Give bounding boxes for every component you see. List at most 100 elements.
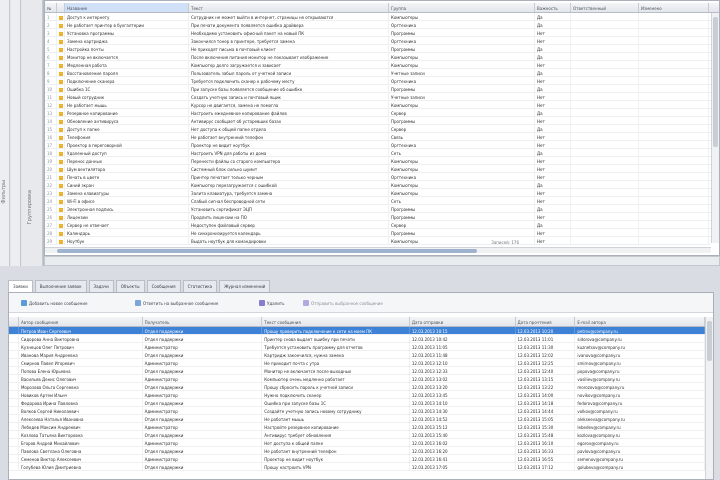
message-row[interactable]: Смирнов Павел Игоревич Администратор Не пр… bbox=[9, 359, 705, 367]
table-row[interactable]: 16 Телефония Не работает внутренний телефо… bbox=[45, 133, 711, 141]
message-row[interactable]: Волков Сергей Николаевич Администратор Соз… bbox=[9, 407, 705, 415]
message-row[interactable]: Голубева Юлия Дмитриевна Отдел поддержки П… bbox=[9, 463, 705, 471]
dock-label-grouping[interactable]: Группировка bbox=[27, 190, 33, 224]
dock-strip[interactable] bbox=[0, 0, 10, 266]
column-header[interactable]: № bbox=[45, 3, 57, 12]
column-header[interactable]: Автор сообщения bbox=[19, 317, 143, 326]
table-row[interactable]: 19 Перенос данных Перенести файлы со старо… bbox=[45, 157, 711, 165]
table-row[interactable]: 7 Медленная работа Компьютер долго загружа… bbox=[45, 61, 711, 69]
requests-grid[interactable]: № Название Текст Группа Важность Ответст… bbox=[44, 0, 720, 256]
table-cell: Восстановление пароля bbox=[65, 69, 189, 76]
tab-changelog[interactable]: Журнал изменений bbox=[219, 280, 271, 292]
table-cell: 12.03.2013 12:40 bbox=[516, 367, 576, 374]
column-header[interactable]: Текст сообщения bbox=[262, 317, 410, 326]
message-row[interactable]: Кузнецов Олег Петрович Администратор Требу… bbox=[9, 343, 705, 351]
table-row[interactable]: 9 Подключение сканера Требуется подключить… bbox=[45, 77, 711, 85]
message-row[interactable]: Попова Елена Юрьевна Отдел поддержки Монит… bbox=[9, 367, 705, 375]
table-row[interactable]: 2 Не работает принтер в бухгалтерии При пе… bbox=[45, 21, 711, 29]
table-row[interactable]: 28 Календарь Не синхронизируется календарь… bbox=[45, 229, 711, 237]
table-row[interactable]: 6 Монитор не включается После включения пи… bbox=[45, 53, 711, 61]
table-cell: Закончился тонер в принтере, требуется з… bbox=[189, 37, 389, 44]
table-row[interactable]: 29 Ноутбук Выдать ноутбук для командировки… bbox=[45, 237, 711, 245]
row-indicator bbox=[9, 383, 19, 390]
delete-message-button[interactable]: Удалить bbox=[259, 299, 285, 307]
table-row[interactable]: 23 Замена клавиатуры Залита клавиатура, тр… bbox=[45, 189, 711, 197]
table-cell: Требуется установить программу для отчет… bbox=[262, 343, 410, 350]
table-cell: vasiliev@company.ru bbox=[575, 375, 705, 382]
message-row[interactable]: Федорова Ирина Павловна Отдел поддержки Ош… bbox=[9, 399, 705, 407]
table-cell: Нет bbox=[535, 213, 571, 220]
filter-strip[interactable] bbox=[44, 256, 720, 266]
table-row[interactable]: 27 Сервер не отвечает Недоступен файловый … bbox=[45, 221, 711, 229]
column-header[interactable]: Дата прочтения bbox=[516, 317, 576, 326]
table-cell: Прошу настроить VPN bbox=[262, 463, 410, 470]
table-row[interactable]: 5 Настройка почты Не приходят письма в поч… bbox=[45, 45, 711, 53]
table-row[interactable]: 3 Установка программы Необходимо установит… bbox=[45, 29, 711, 37]
message-row[interactable]: Лебедев Максим Андреевич Администратор Нас… bbox=[9, 423, 705, 431]
table-cell bbox=[639, 45, 709, 52]
reply-message-button[interactable]: Ответить на выбранное сообщение bbox=[135, 299, 218, 307]
request-icon bbox=[59, 32, 63, 36]
column-header[interactable]: Важность bbox=[535, 3, 571, 12]
table-row[interactable]: 13 Резервное копирование Настроить ежеднев… bbox=[45, 109, 711, 117]
column-header[interactable]: Получатель bbox=[143, 317, 263, 326]
table-row[interactable]: 21 Печать в цвете Принтер печатает только … bbox=[45, 173, 711, 181]
forward-message-button[interactable]: Отправить выбранное сообщение bbox=[303, 299, 383, 307]
message-row[interactable]: Морозова Ольга Сергеевна Отдел поддержки П… bbox=[9, 383, 705, 391]
table-row[interactable]: 25 Электронная подпись Установить сертифик… bbox=[45, 205, 711, 213]
message-row[interactable]: Павлова Светлана Олеговна Отдел поддержки… bbox=[9, 447, 705, 455]
message-row[interactable]: Егоров Андрей Михайлович Администратор Нет… bbox=[9, 439, 705, 447]
message-row[interactable]: Сидорова Анна Викторовна Отдел поддержки П… bbox=[9, 335, 705, 343]
tab-messages[interactable]: Сообщения bbox=[146, 280, 181, 292]
tab-objects[interactable]: Объекты bbox=[115, 280, 145, 292]
column-header-icon[interactable] bbox=[57, 3, 65, 12]
table-row[interactable]: 22 Синий экран Компьютер перезагружается с… bbox=[45, 181, 711, 189]
scrollbar-thumb[interactable] bbox=[57, 249, 477, 253]
table-row[interactable]: 4 Замена картриджа Закончился тонер в прин… bbox=[45, 37, 711, 45]
column-header[interactable]: Название bbox=[65, 3, 189, 12]
row-icon-cell bbox=[57, 93, 65, 100]
table-row[interactable]: 26 Лицензии Продлить лицензии на ПО Програм… bbox=[45, 213, 711, 221]
add-message-button[interactable]: Добавить новое сообщение bbox=[21, 299, 87, 307]
column-header[interactable]: Дата отправки bbox=[410, 317, 516, 326]
table-row[interactable]: 11 Новый сотрудник Создать учетную запись … bbox=[45, 93, 711, 101]
tab-requests[interactable]: Заявки bbox=[8, 280, 33, 292]
table-row[interactable]: 14 Обновление антивируса Антивирус сообщае… bbox=[45, 117, 711, 125]
message-row[interactable]: Новиков Артем Ильич Администратор Нужно по… bbox=[9, 391, 705, 399]
table-row[interactable]: 15 Доступ к папке Нет доступа к общей папк… bbox=[45, 125, 711, 133]
vertical-scrollbar[interactable] bbox=[705, 317, 713, 479]
table-row[interactable]: 17 Проектор в переговорной Проектор не вид… bbox=[45, 141, 711, 149]
column-header[interactable]: Группа bbox=[389, 3, 535, 12]
table-row[interactable]: 8 Восстановление пароля Пользователь забыл… bbox=[45, 69, 711, 77]
table-row[interactable]: 12 Не работает мышь Курсор не двигается, з… bbox=[45, 101, 711, 109]
scrollbar-thumb[interactable] bbox=[707, 321, 712, 361]
horizontal-scrollbar[interactable] bbox=[45, 247, 711, 253]
table-cell bbox=[571, 189, 639, 196]
column-header[interactable]: Ответственный bbox=[571, 3, 639, 12]
message-row[interactable]: Семенов Виктор Алексеевич Администратор Пр… bbox=[9, 455, 705, 463]
dock-label-filters[interactable]: Фильтры bbox=[1, 180, 7, 204]
message-row[interactable]: Козлова Татьяна Викторовна Отдел поддержк… bbox=[9, 431, 705, 439]
column-header-indicator[interactable] bbox=[9, 317, 19, 326]
column-header[interactable]: E-mail автора bbox=[575, 317, 705, 326]
row-indicator bbox=[9, 343, 19, 350]
column-header[interactable]: Текст bbox=[189, 3, 389, 12]
scrollbar-thumb[interactable] bbox=[713, 17, 718, 147]
table-row[interactable]: 1 Доступ к интернету Сотрудник не может вы… bbox=[45, 13, 711, 21]
table-row[interactable]: 18 Удаленный доступ Настроить VPN для рабо… bbox=[45, 149, 711, 157]
tab-execution[interactable]: Выполнение заявок bbox=[34, 280, 87, 292]
column-header[interactable]: Изменено bbox=[639, 3, 709, 12]
tab-statistics[interactable]: Статистика bbox=[182, 280, 218, 292]
message-row[interactable]: Алексеева Наталья Ивановна Отдел поддержк… bbox=[9, 415, 705, 423]
table-cell: 12.03.2013 10:42 bbox=[410, 335, 516, 342]
dock-strip[interactable] bbox=[11, 0, 21, 266]
vertical-scrollbar[interactable] bbox=[711, 13, 719, 243]
table-row[interactable]: 24 Wi-Fi в офисе Слабый сигнал беспроводно… bbox=[45, 197, 711, 205]
tab-tasks[interactable]: Задачи bbox=[88, 280, 114, 292]
dock-strip[interactable] bbox=[22, 0, 43, 266]
message-row[interactable]: Петров Иван Сергеевич Отдел поддержки Прош… bbox=[9, 327, 705, 335]
message-row[interactable]: Иванова Мария Андреевна Отдел поддержки Ка… bbox=[9, 351, 705, 359]
table-row[interactable]: 20 Шум вентилятора Системный блок сильно ш… bbox=[45, 165, 711, 173]
message-row[interactable]: Васильев Денис Олегович Администратор Комп… bbox=[9, 375, 705, 383]
table-row[interactable]: 10 Ошибка 1С При запуске базы появляется с… bbox=[45, 85, 711, 93]
